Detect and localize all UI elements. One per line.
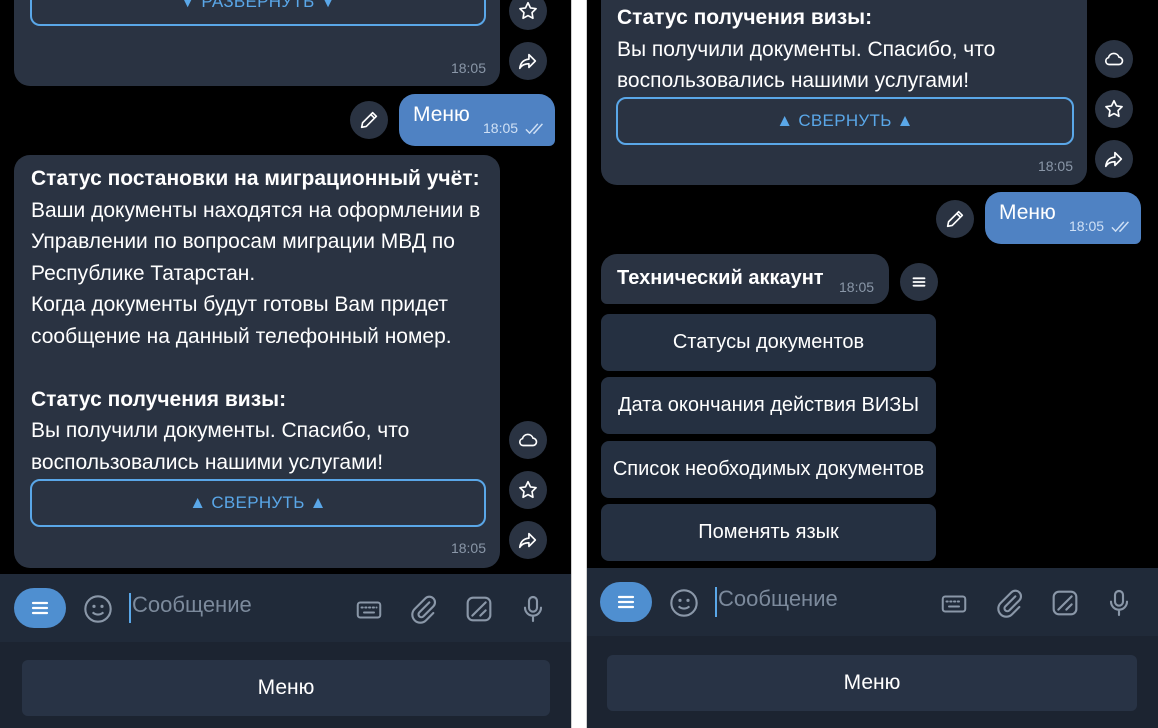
reply-keyboard: Меню [587, 636, 1158, 728]
star-icon [519, 1, 537, 20]
status-line: воспользовались нашими услугами! [617, 69, 970, 92]
star-icon [519, 480, 537, 499]
message-input[interactable]: Сообщение [718, 586, 838, 612]
status-line: воспользовались нашими услугами! [31, 450, 384, 474]
share-button[interactable] [1095, 140, 1133, 178]
favorite-button[interactable] [509, 471, 547, 509]
status-line: Республике Татарстан. [31, 261, 256, 285]
status-line: Ваши документы находятся на оформлении в [31, 198, 481, 222]
inline-button-change-language[interactable]: Поменять язык [601, 504, 936, 561]
forward-icon [518, 53, 537, 70]
keyboard-icon [941, 595, 967, 613]
sticker-icon [466, 596, 492, 622]
menu-icon [617, 595, 635, 609]
keyboard-menu-button[interactable]: Меню [607, 655, 1137, 711]
collapse-button[interactable]: ▲ СВЕРНУТЬ ▲ [616, 97, 1074, 145]
emoji-button[interactable] [80, 591, 116, 627]
edit-button[interactable] [936, 200, 974, 238]
message-time: 18:05 [1069, 218, 1105, 234]
message-input-bar: Сообщение [0, 574, 571, 642]
inline-button-required-documents[interactable]: Список необходимых документов [601, 441, 936, 498]
forward-icon [518, 532, 537, 549]
status-message: Статус получения визы: Вы получили докум… [601, 0, 1087, 185]
paperclip-icon [411, 595, 437, 624]
status-line: Когда документы будут готовы Вам придет [31, 293, 449, 316]
pencil-icon [360, 111, 378, 129]
emoji-button[interactable] [666, 585, 702, 621]
status-line: сообщение на данный телефонный номер. [31, 324, 452, 348]
microphone-icon [523, 595, 543, 623]
keyboard-menu-button[interactable]: Меню [22, 660, 550, 716]
chat-screen-right: Статус получения визы: Вы получили докум… [586, 0, 1158, 728]
forward-icon [1104, 151, 1123, 168]
message-time: 18:05 [450, 540, 486, 556]
inline-button-document-status[interactable]: Статусы документов [601, 314, 936, 371]
chat-screen-left: ▼ РАЗВЕРНУТЬ ▼ 18:05 Меню 18:05 Статус п… [0, 0, 572, 728]
star-icon [1105, 99, 1123, 118]
text-cursor [129, 593, 131, 623]
message-time: 18:05 [483, 120, 519, 136]
emoji-icon [670, 589, 698, 617]
attach-button[interactable] [992, 585, 1028, 621]
cloud-icon [1104, 52, 1124, 66]
voice-button[interactable] [1101, 585, 1137, 621]
inline-button-visa-expiry[interactable]: Дата окончания действия ВИЗЫ [601, 377, 936, 434]
visa-status-title: Статус получения визы: [617, 6, 873, 29]
status-line: Вы получили документы. Спасибо, что [617, 37, 996, 61]
status-line: Управлении по вопросам миграции МВД по [31, 230, 455, 253]
panel-divider [572, 0, 586, 728]
save-cloud-button[interactable] [1095, 40, 1133, 78]
message-menu-button[interactable] [900, 263, 938, 301]
message-bubble-collapsed: ▼ РАЗВЕРНУТЬ ▼ 18:05 [14, 0, 500, 86]
message-input-bar: Сообщение [587, 568, 1158, 636]
sticker-button[interactable] [1047, 585, 1083, 621]
outgoing-message: Меню 18:05 [399, 94, 555, 146]
reply-keyboard: Меню [0, 642, 571, 728]
edit-button[interactable] [350, 101, 388, 139]
status-message: Статус постановки на миграционный учёт: … [14, 155, 500, 568]
message-text: Технический аккаунт [617, 267, 824, 289]
bot-menu-button[interactable] [600, 582, 652, 622]
favorite-button[interactable] [509, 0, 547, 30]
bot-message: Технический аккаунт 18:05 [601, 254, 889, 304]
sticker-icon [1052, 590, 1078, 616]
collapse-button[interactable]: ▲ СВЕРНУТЬ ▲ [30, 479, 486, 527]
expand-button[interactable]: ▼ РАЗВЕРНУТЬ ▼ [30, 0, 486, 26]
message-time: 18:05 [839, 279, 875, 295]
message-time: 18:05 [1037, 158, 1073, 174]
pencil-icon [946, 210, 964, 228]
save-cloud-button[interactable] [509, 421, 547, 459]
menu-icon [912, 277, 926, 287]
favorite-button[interactable] [1095, 90, 1133, 128]
outgoing-message: Меню 18:05 [985, 192, 1141, 244]
voice-button[interactable] [515, 591, 551, 627]
visa-status-title: Статус получения визы: [31, 387, 287, 411]
keyboard-button[interactable] [352, 593, 386, 627]
keyboard-button[interactable] [937, 587, 971, 621]
migration-status-title: Статус постановки на миграционный учёт: [31, 167, 480, 190]
message-text: Меню [413, 103, 470, 126]
menu-icon [31, 601, 49, 615]
share-button[interactable] [509, 521, 547, 559]
keyboard-icon [356, 601, 382, 619]
cloud-icon [518, 433, 538, 447]
emoji-icon [84, 595, 112, 623]
status-line: Вы получили документы. Спасибо, что [31, 419, 410, 442]
microphone-icon [1109, 589, 1129, 617]
message-time: 18:05 [450, 60, 486, 76]
message-input[interactable]: Сообщение [132, 592, 252, 618]
bot-menu-button[interactable] [14, 588, 66, 628]
read-check-icon [1111, 221, 1129, 233]
read-check-icon [525, 123, 543, 135]
text-cursor [715, 587, 717, 617]
sticker-button[interactable] [461, 591, 497, 627]
message-text: Меню [999, 201, 1056, 224]
paperclip-icon [997, 589, 1023, 618]
attach-button[interactable] [406, 591, 442, 627]
share-button[interactable] [509, 42, 547, 80]
